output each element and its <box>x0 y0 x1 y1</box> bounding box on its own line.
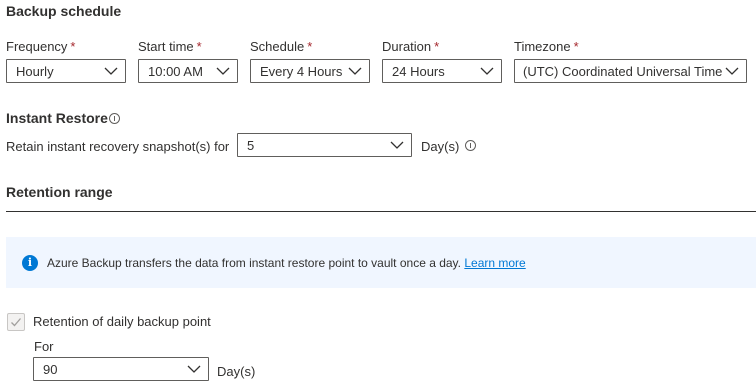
chevron-down-icon <box>104 65 118 77</box>
retain-snapshots-dropdown[interactable]: 5 <box>237 133 412 157</box>
retention-range-heading: Retention range <box>6 184 113 200</box>
timezone-dropdown[interactable]: (UTC) Coordinated Universal Time <box>514 59 747 83</box>
frequency-label-text: Frequency <box>6 39 68 54</box>
start-time-label-text: Start time <box>138 39 194 54</box>
info-filled-icon: i <box>22 255 38 271</box>
schedule-dropdown[interactable]: Every 4 Hours <box>250 59 370 83</box>
banner-text: Azure Backup transfers the data from ins… <box>47 256 461 270</box>
retain-unit-label: Day(s) <box>421 139 460 154</box>
frequency-dropdown[interactable]: Hourly <box>6 59 126 83</box>
required-mark: * <box>196 39 202 54</box>
duration-label-text: Duration <box>382 39 432 54</box>
for-label: For <box>34 339 54 354</box>
frequency-label: Frequency * <box>6 39 75 54</box>
chevron-down-icon <box>390 139 404 151</box>
daily-retention-checkbox[interactable] <box>7 313 25 331</box>
schedule-label: Schedule * <box>250 39 312 54</box>
instant-restore-heading: Instant Restore <box>6 110 108 126</box>
daily-retention-days-dropdown[interactable]: 90 <box>33 357 209 381</box>
schedule-label-text: Schedule <box>250 39 305 54</box>
timezone-label-text: Timezone <box>514 39 571 54</box>
retain-snapshots-label: Retain instant recovery snapshot(s) for <box>6 139 230 154</box>
backup-schedule-heading: Backup schedule <box>6 3 122 19</box>
info-icon[interactable] <box>109 113 120 124</box>
duration-value: 24 Hours <box>392 64 445 79</box>
frequency-value: Hourly <box>16 64 54 79</box>
chevron-down-icon <box>725 65 739 77</box>
retain-snapshots-value: 5 <box>247 138 255 153</box>
timezone-value: (UTC) Coordinated Universal Time <box>523 64 723 79</box>
required-mark: * <box>573 39 579 54</box>
section-divider <box>6 211 756 212</box>
duration-label: Duration * <box>382 39 439 54</box>
duration-dropdown[interactable]: 24 Hours <box>382 59 502 83</box>
required-mark: * <box>307 39 313 54</box>
chevron-down-icon <box>216 65 230 77</box>
required-mark: * <box>434 39 440 54</box>
start-time-label: Start time * <box>138 39 202 54</box>
start-time-dropdown[interactable]: 10:00 AM <box>138 59 238 83</box>
banner-message: Azure Backup transfers the data from ins… <box>47 256 526 270</box>
learn-more-link[interactable]: Learn more <box>464 256 525 270</box>
daily-retention-label: Retention of daily backup point <box>33 314 211 329</box>
daily-retention-days-value: 90 <box>43 362 58 377</box>
daily-retention-unit-label: Day(s) <box>217 364 256 379</box>
required-mark: * <box>70 39 76 54</box>
chevron-down-icon <box>187 363 201 375</box>
info-icon[interactable] <box>465 140 476 151</box>
schedule-value: Every 4 Hours <box>260 64 343 79</box>
info-banner: i Azure Backup transfers the data from i… <box>6 237 756 288</box>
chevron-down-icon <box>480 65 494 77</box>
checkmark-icon <box>11 318 21 327</box>
chevron-down-icon <box>348 65 362 77</box>
start-time-value: 10:00 AM <box>148 64 203 79</box>
timezone-label: Timezone * <box>514 39 579 54</box>
